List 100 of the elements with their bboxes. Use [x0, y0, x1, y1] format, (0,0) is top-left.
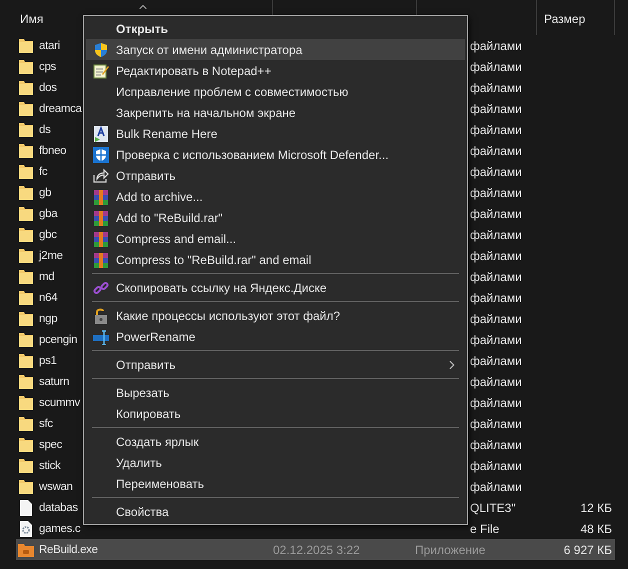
folder-icon	[19, 290, 33, 305]
folder-icon	[19, 122, 33, 137]
menu-item[interactable]: PowerRename	[86, 326, 465, 347]
menu-item[interactable]: Редактировать в Notepad++	[86, 60, 465, 81]
menu-item[interactable]: Compress to "ReBuild.rar" and email	[86, 249, 465, 270]
menu-item[interactable]: Свойства	[86, 501, 465, 522]
lock-icon	[93, 308, 109, 324]
folder-icon	[19, 374, 33, 389]
file-date: 02.12.2025 3:22	[273, 542, 360, 556]
menu-item[interactable]: Создать ярлык	[86, 431, 465, 452]
file-row[interactable]: ReBuild.exe 02.12.2025 3:22 Приложение 6 927 КБ	[16, 539, 615, 560]
file-type: файлами	[470, 354, 522, 368]
file-name: databas	[39, 502, 78, 514]
folder-icon	[19, 269, 33, 284]
file-name: stick	[39, 460, 61, 472]
folder-icon	[19, 38, 33, 53]
file-type: файлами	[470, 38, 522, 52]
file-type: Приложение	[415, 542, 486, 556]
file-name: ps1	[39, 354, 57, 367]
cursor-icon	[93, 328, 109, 344]
file-size: 6 927 КБ	[564, 542, 612, 558]
menu-item[interactable]: Переименовать	[86, 473, 465, 494]
menu-item[interactable]: Удалить	[86, 452, 465, 473]
file-name: ds	[39, 124, 51, 136]
menu-item[interactable]: Вырезать	[86, 382, 465, 403]
file-name: ReBuild.exe	[39, 544, 98, 556]
gear-file-icon	[20, 520, 32, 536]
file-type: файлами	[470, 480, 522, 494]
file-type: файлами	[470, 290, 522, 304]
folder-icon	[19, 395, 33, 410]
file-type: QLITE3"	[470, 500, 516, 514]
file-type: файлами	[470, 396, 522, 410]
menu-item[interactable]: Исправление проблем с совместимостью	[86, 81, 465, 102]
menu-item[interactable]: Закрепить на начальном экране	[86, 102, 465, 123]
file-name: scummv	[39, 396, 80, 409]
file-type: файлами	[470, 332, 522, 346]
file-name: gbc	[39, 228, 57, 241]
file-icon	[20, 500, 32, 516]
file-type: файлами	[470, 270, 522, 284]
file-name: sfc	[39, 418, 53, 430]
file-name: gba	[39, 208, 58, 220]
folder-icon	[19, 479, 33, 494]
file-name: md	[39, 270, 54, 283]
file-name: ngp	[39, 312, 58, 325]
menu-item[interactable]: Bulk Rename Here	[86, 123, 465, 144]
file-size: 12 КБ	[580, 500, 612, 516]
menu-item[interactable]: Compress and email...	[86, 228, 465, 249]
folder-icon	[19, 458, 33, 473]
file-type: e File	[470, 522, 500, 536]
folder-icon	[19, 437, 33, 452]
menu-item[interactable]: Проверка с использованием Microsoft Defender...	[86, 144, 465, 165]
file-type: файлами	[470, 144, 522, 158]
file-size: 48 КБ	[580, 520, 612, 538]
file-name: dos	[39, 82, 57, 94]
file-name: cps	[39, 60, 56, 73]
file-name: spec	[39, 438, 62, 451]
file-type: файлами	[470, 102, 522, 116]
file-type: файлами	[470, 374, 522, 388]
file-type: файлами	[470, 228, 522, 242]
menu-item[interactable]: Отправить	[86, 354, 465, 375]
shield-icon	[93, 146, 109, 162]
folder-icon	[19, 185, 33, 200]
file-name: atari	[39, 40, 60, 52]
share-icon	[93, 168, 109, 184]
file-name: games.c	[39, 522, 80, 535]
file-type: файлами	[470, 164, 522, 178]
folder-icon	[19, 59, 33, 74]
menu-item[interactable]: Отправить	[86, 165, 465, 186]
app-icon	[18, 542, 34, 556]
notepad-icon	[93, 62, 109, 78]
menu-item[interactable]: Какие процессы используют этот файл?	[86, 305, 465, 326]
archive-icon	[93, 252, 109, 268]
menu-item[interactable]: Копировать	[86, 403, 465, 424]
file-name: saturn	[39, 376, 70, 388]
file-name: dreamca	[39, 102, 82, 115]
column-header[interactable]: Имя	[20, 8, 44, 28]
menu-item[interactable]: Add to "ReBuild.rar"	[86, 207, 465, 228]
menu-item[interactable]: Открыть	[86, 18, 465, 39]
file-name: n64	[39, 292, 58, 304]
file-type: файлами	[470, 438, 522, 452]
file-name: pcengin	[39, 334, 78, 346]
file-name: j2me	[39, 250, 63, 262]
file-type: файлами	[470, 122, 522, 136]
document-a-icon	[93, 126, 109, 142]
file-type: файлами	[470, 312, 522, 326]
shield-icon	[93, 42, 109, 58]
file-name: fbneo	[39, 144, 66, 157]
link-icon	[93, 280, 109, 296]
archive-icon	[93, 230, 109, 246]
folder-icon	[19, 353, 33, 368]
column-header[interactable]: Размер	[544, 8, 586, 28]
file-name: fc	[39, 166, 48, 178]
menu-item[interactable]: Скопировать ссылку на Яндекс.Диске	[86, 277, 465, 298]
folder-icon	[19, 101, 33, 116]
file-name: gb	[39, 186, 52, 199]
archive-icon	[93, 210, 109, 226]
archive-icon	[93, 188, 109, 204]
menu-item[interactable]: Запуск от имени администратора	[86, 39, 465, 60]
file-type: файлами	[470, 80, 522, 94]
menu-item[interactable]: Add to archive...	[86, 186, 465, 207]
